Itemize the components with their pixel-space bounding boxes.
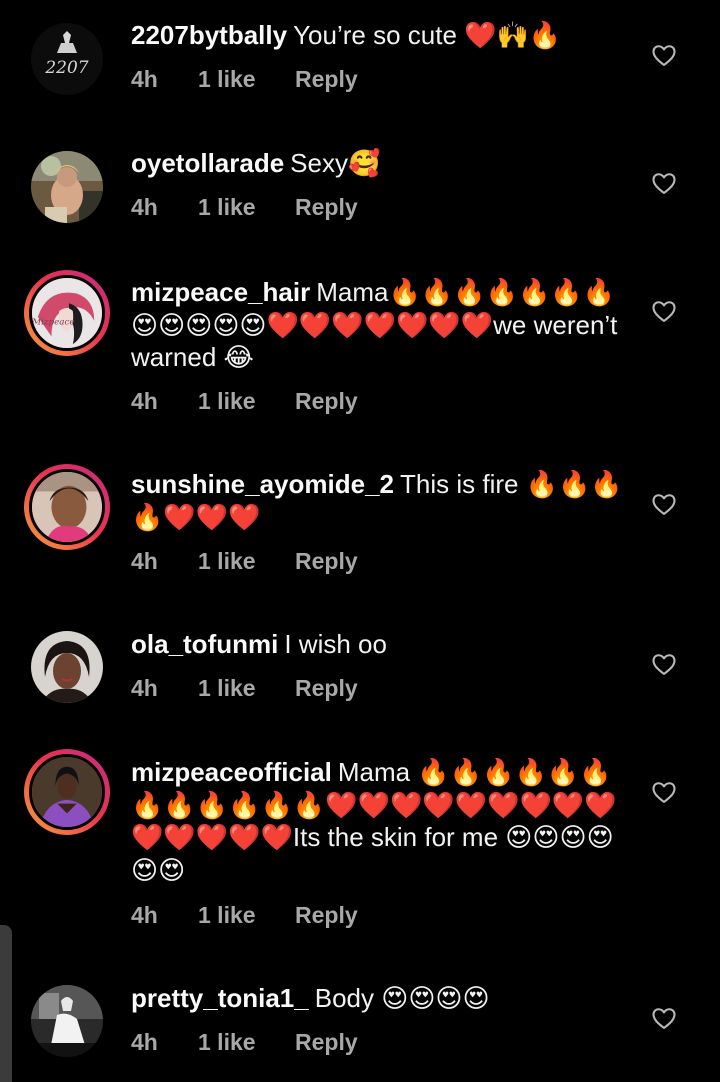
comment-body: Body 😍😍😍😍 bbox=[314, 983, 490, 1013]
comment-text: 2207bytbally You’re so cute ❤️🙌🔥 bbox=[131, 19, 626, 52]
comment-meta: 4h 1 like Reply bbox=[131, 194, 358, 221]
like-heart-icon[interactable] bbox=[650, 778, 678, 806]
comment-username[interactable]: sunshine_ayomide_2 bbox=[131, 469, 394, 499]
avatar-story-ring[interactable] bbox=[24, 464, 110, 550]
comment-username[interactable]: oyetollarade bbox=[131, 148, 284, 178]
avatar-image: 2207 bbox=[31, 23, 103, 95]
comment-time: 4h bbox=[131, 388, 158, 414]
like-heart-icon[interactable] bbox=[650, 650, 678, 678]
reply-button[interactable]: Reply bbox=[295, 548, 358, 575]
comment-username[interactable]: 2207bytbally bbox=[131, 20, 287, 50]
comment-likes-link[interactable]: 1 like bbox=[198, 902, 295, 929]
comment-meta: 4h 1 like Reply bbox=[131, 548, 358, 575]
reply-button[interactable]: Reply bbox=[295, 675, 358, 702]
reply-button[interactable]: Reply bbox=[295, 1029, 358, 1056]
avatar-logo-text: Mizpeace bbox=[32, 318, 75, 328]
reply-button[interactable]: Reply bbox=[295, 66, 358, 93]
comment-body: I wish oo bbox=[284, 629, 387, 659]
avatar[interactable]: 2207 bbox=[24, 16, 110, 102]
edge-panel-handle[interactable] bbox=[0, 925, 12, 1082]
comment-text: ola_tofunmi I wish oo bbox=[131, 628, 626, 661]
like-heart-icon[interactable] bbox=[650, 297, 678, 325]
comment-likes-link[interactable]: 1 like bbox=[198, 675, 295, 702]
comment-meta: 4h 1 like Reply bbox=[131, 388, 358, 415]
comment-time: 4h bbox=[131, 675, 158, 701]
comment-time: 4h bbox=[131, 194, 158, 220]
comment-body: You’re so cute ❤️🙌🔥 bbox=[293, 20, 562, 50]
comment-text: mizpeace_hair Mama🔥🔥🔥🔥🔥🔥🔥😍😍😍😍😍❤️❤️❤️❤️❤️❤… bbox=[131, 276, 626, 374]
comment-likes-link[interactable]: 1 like bbox=[198, 66, 295, 93]
like-heart-icon[interactable] bbox=[650, 169, 678, 197]
avatar[interactable] bbox=[24, 978, 110, 1064]
comment-text: sunshine_ayomide_2 This is fire 🔥🔥🔥🔥❤️❤️❤… bbox=[131, 468, 626, 533]
comment-meta: 4h 1 like Reply bbox=[131, 902, 358, 929]
avatar-image bbox=[31, 985, 103, 1057]
comment-time: 4h bbox=[131, 902, 158, 928]
comment-time: 4h bbox=[131, 548, 158, 574]
like-heart-icon[interactable] bbox=[650, 490, 678, 518]
comment-meta: 4h 1 like Reply bbox=[131, 1029, 358, 1056]
comment-username[interactable]: mizpeace_hair bbox=[131, 277, 310, 307]
comment-likes-link[interactable]: 1 like bbox=[198, 548, 295, 575]
comment-likes-link[interactable]: 1 like bbox=[198, 388, 295, 415]
avatar-image bbox=[31, 631, 103, 703]
avatar-image bbox=[29, 469, 105, 545]
comment-username[interactable]: mizpeaceofficial bbox=[131, 757, 332, 787]
avatar-image bbox=[31, 151, 103, 223]
comment-time: 4h bbox=[131, 66, 158, 92]
avatar-story-ring[interactable]: Mizpeace bbox=[24, 270, 110, 356]
comment-meta: 4h 1 like Reply bbox=[131, 675, 358, 702]
comment-time: 4h bbox=[131, 1029, 158, 1055]
avatar-image: Mizpeace bbox=[29, 275, 105, 351]
avatar-logo-text: 2207 bbox=[44, 58, 88, 78]
reply-button[interactable]: Reply bbox=[295, 902, 358, 929]
comment-text: mizpeaceofficial Mama 🔥🔥🔥🔥🔥🔥🔥🔥🔥🔥🔥🔥❤️❤️❤️❤… bbox=[131, 756, 626, 886]
avatar-story-ring[interactable] bbox=[24, 749, 110, 835]
comment-likes-link[interactable]: 1 like bbox=[198, 1029, 295, 1056]
comment-username[interactable]: pretty_tonia1_ bbox=[131, 983, 309, 1013]
reply-button[interactable]: Reply bbox=[295, 388, 358, 415]
comment-body: Sexy🥰 bbox=[290, 148, 381, 178]
comment-meta: 4h 1 like Reply bbox=[131, 66, 358, 93]
avatar-image bbox=[29, 754, 105, 830]
avatar[interactable] bbox=[24, 624, 110, 710]
comment-text: oyetollarade Sexy🥰 bbox=[131, 147, 626, 180]
comment-likes-link[interactable]: 1 like bbox=[198, 194, 295, 221]
like-heart-icon[interactable] bbox=[650, 1004, 678, 1032]
reply-button[interactable]: Reply bbox=[295, 194, 358, 221]
comment-text: pretty_tonia1_ Body 😍😍😍😍 bbox=[131, 982, 626, 1015]
like-heart-icon[interactable] bbox=[650, 41, 678, 69]
comment-username[interactable]: ola_tofunmi bbox=[131, 629, 278, 659]
avatar[interactable] bbox=[24, 144, 110, 230]
